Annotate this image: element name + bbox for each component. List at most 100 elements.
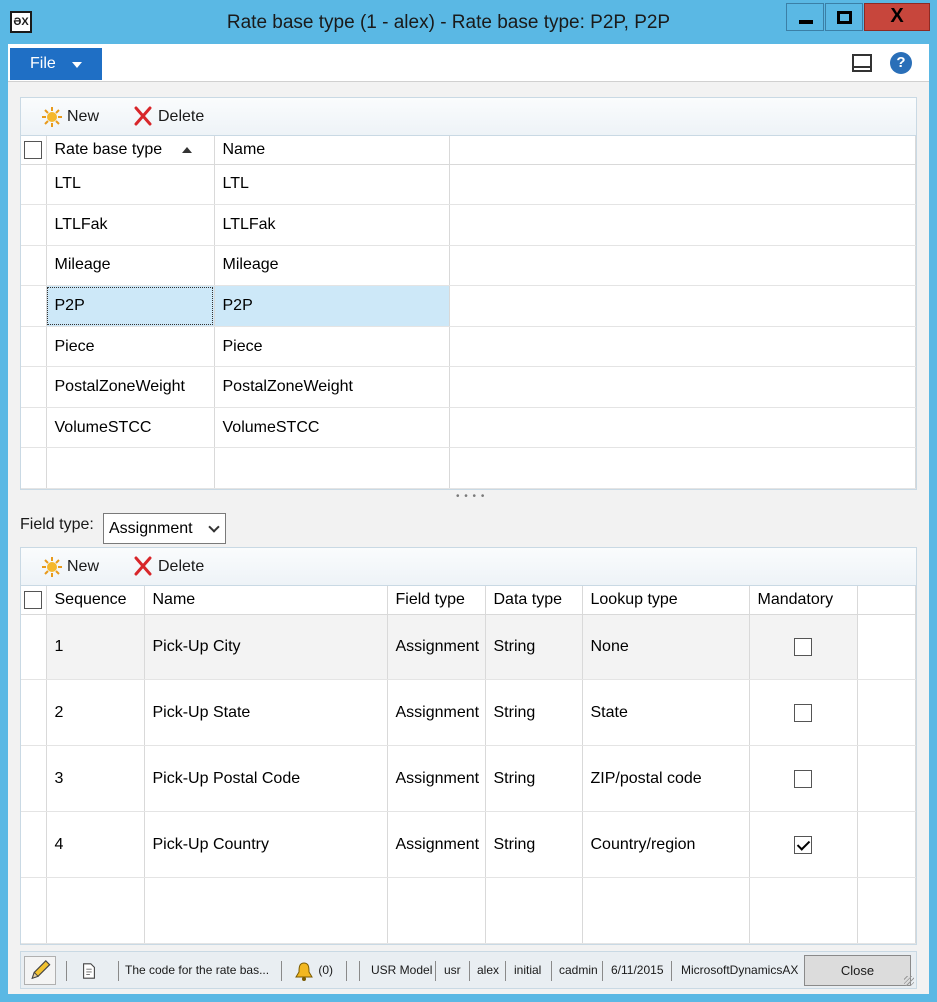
splitter-handle[interactable]: • • • • [456, 491, 485, 502]
checkbox[interactable] [24, 140, 43, 159]
cell-sequence[interactable]: 1 [46, 614, 145, 681]
edit-mode-button[interactable] [24, 956, 56, 985]
help-icon[interactable]: ? [890, 52, 912, 74]
cell-rate-base-type[interactable]: LTL [46, 164, 215, 206]
cell-mandatory[interactable] [749, 811, 858, 879]
table-row[interactable]: LTLFak LTLFak [21, 204, 916, 246]
cell-rate-base-type[interactable]: VolumeSTCC [46, 407, 215, 449]
cell-field-type[interactable]: Assignment [387, 811, 486, 879]
table-row[interactable]: 1 Pick-Up City Assignment String None [21, 614, 916, 681]
maximize-button[interactable] [825, 3, 863, 31]
close-button[interactable]: Close [804, 955, 911, 986]
empty-cell [449, 245, 916, 287]
cell-name[interactable]: Pick-Up Country [144, 811, 388, 879]
row-selector[interactable] [21, 811, 47, 879]
cell-name[interactable]: Pick-Up State [144, 679, 388, 747]
row-selector[interactable] [21, 679, 47, 747]
cell-name[interactable]: Mileage [214, 245, 450, 287]
mandatory-checkbox[interactable] [794, 769, 812, 788]
close-window-button[interactable]: X [864, 3, 930, 31]
empty-cell [857, 679, 916, 747]
table-row[interactable]: PostalZoneWeight PostalZoneWeight [21, 366, 916, 408]
cell-field-type[interactable]: Assignment [387, 679, 486, 747]
file-menu-button[interactable]: File [10, 48, 102, 80]
title-bar[interactable]: ƏX Rate base type (1 - alex) - Rate base… [0, 0, 937, 44]
cell-data-type[interactable]: String [485, 745, 583, 813]
new-field-button[interactable]: New [41, 555, 99, 579]
cell-mandatory[interactable] [749, 745, 858, 813]
resize-grip-icon[interactable] [904, 976, 914, 986]
table-row[interactable]: Piece Piece [21, 326, 916, 368]
cell-name[interactable]: Pick-Up City [144, 614, 388, 681]
cell-rate-base-type[interactable]: Mileage [46, 245, 215, 287]
select-all-checkbox[interactable] [21, 136, 47, 165]
column-header-data-type[interactable]: Data type [485, 586, 583, 615]
cell-name[interactable]: VolumeSTCC [214, 407, 450, 449]
cell-lookup-type[interactable]: None [582, 614, 750, 681]
cell-rate-base-type[interactable]: LTLFak [46, 204, 215, 246]
row-selector[interactable] [21, 164, 47, 206]
row-selector[interactable] [21, 614, 47, 681]
table-row[interactable]: Mileage Mileage [21, 245, 916, 287]
minimize-button[interactable] [786, 3, 824, 31]
cell-mandatory[interactable] [749, 679, 858, 747]
cell-rate-base-type[interactable]: PostalZoneWeight [46, 366, 215, 408]
row-selector[interactable] [21, 285, 47, 327]
cell-mandatory[interactable] [749, 614, 858, 681]
table-row[interactable]: 4 Pick-Up Country Assignment String Coun… [21, 811, 916, 879]
cell-name[interactable]: Pick-Up Postal Code [144, 745, 388, 813]
column-header-mandatory[interactable]: Mandatory [749, 586, 858, 615]
field-type-select[interactable]: Assignment [103, 513, 226, 544]
cell-lookup-type[interactable]: Country/region [582, 811, 750, 879]
delete-button[interactable]: Delete [132, 105, 204, 129]
mandatory-checkbox[interactable] [794, 637, 812, 656]
cell-name[interactable]: LTLFak [214, 204, 450, 246]
mandatory-checkbox[interactable] [794, 703, 812, 722]
chevron-down-icon [72, 62, 82, 68]
cell-sequence[interactable]: 4 [46, 811, 145, 879]
table-row[interactable]: LTL LTL [21, 164, 916, 206]
column-header-lookup-type[interactable]: Lookup type [582, 586, 750, 615]
select-all-checkbox[interactable] [21, 586, 47, 615]
cell-sequence[interactable]: 2 [46, 679, 145, 747]
row-selector[interactable] [21, 326, 47, 368]
cell-rate-base-type[interactable]: P2P [46, 285, 215, 327]
column-header-name[interactable]: Name [144, 586, 388, 615]
cell-lookup-type[interactable]: ZIP/postal code [582, 745, 750, 813]
cell-field-type[interactable]: Assignment [387, 614, 486, 681]
cell-sequence[interactable]: 3 [46, 745, 145, 813]
new-button[interactable]: New [41, 105, 99, 129]
cell-name[interactable]: PostalZoneWeight [214, 366, 450, 408]
document-handling-button[interactable] [80, 952, 98, 988]
column-header-rate-base-type[interactable]: Rate base type [46, 136, 215, 165]
empty-cell [857, 614, 916, 681]
row-selector[interactable] [21, 407, 47, 449]
cell-data-type[interactable]: String [485, 614, 583, 681]
cell-field-type[interactable]: Assignment [387, 745, 486, 813]
row-selector[interactable] [21, 245, 47, 287]
separator [469, 961, 470, 981]
table-row[interactable]: 3 Pick-Up Postal Code Assignment String … [21, 745, 916, 813]
mandatory-checkbox-checked[interactable] [794, 835, 812, 854]
row-selector[interactable] [21, 366, 47, 408]
cell-data-type[interactable]: String [485, 679, 583, 747]
cell-name[interactable]: LTL [214, 164, 450, 206]
table-row[interactable]: VolumeSTCC VolumeSTCC [21, 407, 916, 449]
cell-data-type[interactable]: String [485, 811, 583, 879]
row-selector[interactable] [21, 745, 47, 813]
cell-name[interactable]: P2P [214, 285, 450, 327]
column-header-sequence[interactable]: Sequence [46, 586, 145, 615]
table-row[interactable]: 2 Pick-Up State Assignment String State [21, 679, 916, 747]
table-row-selected[interactable]: P2P P2P [21, 285, 916, 327]
column-header-name[interactable]: Name [214, 136, 450, 165]
file-menu-label: File [30, 55, 56, 72]
notifications-button[interactable]: (0) [293, 952, 333, 988]
form-layout-icon[interactable] [852, 54, 872, 72]
column-header-field-type[interactable]: Field type [387, 586, 486, 615]
cell-lookup-type[interactable]: State [582, 679, 750, 747]
cell-rate-base-type[interactable]: Piece [46, 326, 215, 368]
row-selector[interactable] [21, 204, 47, 246]
cell-name[interactable]: Piece [214, 326, 450, 368]
delete-field-button[interactable]: Delete [132, 555, 204, 579]
checkbox[interactable] [24, 590, 43, 609]
